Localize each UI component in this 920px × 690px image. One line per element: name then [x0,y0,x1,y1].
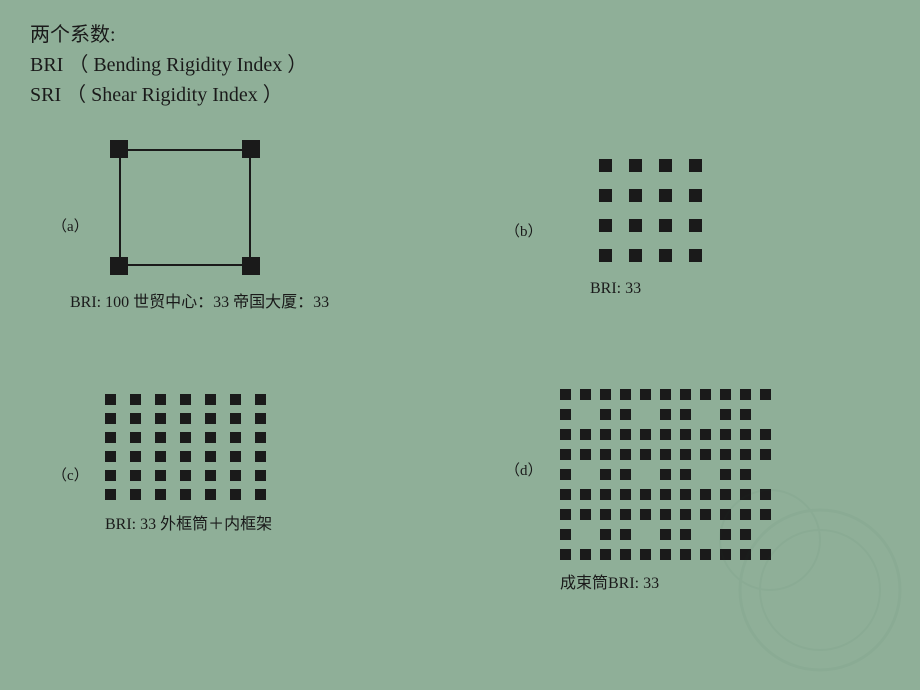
bundle-pattern [560,389,780,564]
bri-b: BRI: 33 [590,280,920,298]
header-line3: SRI （ Shear Rigidity Index ） [30,80,890,110]
label-d: （d） [505,459,543,480]
bri-a: BRI: 100 世贸中心：33 帝国大厦：33 [70,288,470,312]
quadrant-b: （b） BRI: 33 [490,120,920,379]
frame-border [119,149,251,266]
quadrant-a: （a） BRI: 100 世贸中心：33 帝国大厦：33 [30,120,490,379]
quadrant-c: （c） [30,379,490,660]
header-line2: BRI （ Bending Rigidity Index ） [30,50,890,80]
corner-tr [242,140,260,158]
corner-tl [110,140,128,158]
corner-bl [110,257,128,275]
main-content: 两个系数: BRI （ Bending Rigidity Index ） SRI… [0,0,920,690]
dot-grid-b [590,150,920,270]
label-a: （a） [52,215,89,236]
bri-d: 成束筒BRI: 33 [560,569,920,593]
header-section: 两个系数: BRI （ Bending Rigidity Index ） SRI… [30,20,890,110]
label-b: （b） [505,220,543,241]
corner-br [242,257,260,275]
dot-grid-c [105,394,470,500]
header-line1: 两个系数: [30,20,890,50]
quadrant-d: （d） 成束筒BRI: 33 [490,379,920,660]
label-c: （c） [52,464,89,485]
frame-a [105,135,265,280]
bri-c: BRI: 33 外框筒＋内框架 [105,510,470,534]
